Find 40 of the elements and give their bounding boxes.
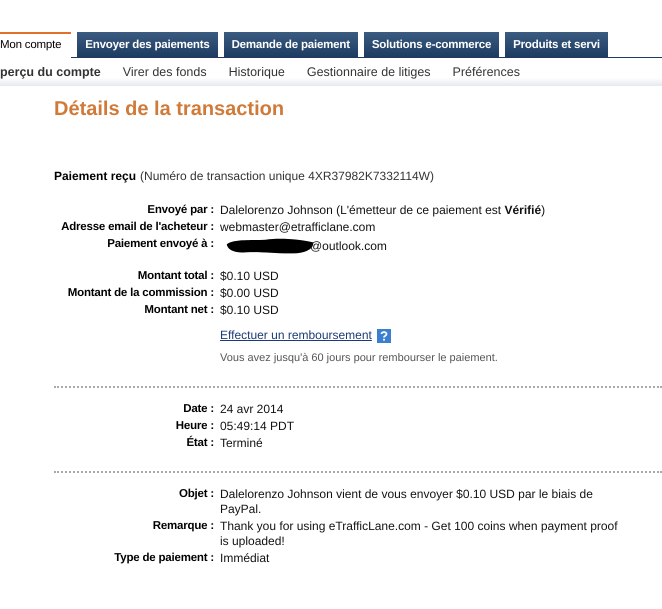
field-label: Adresse email de l'acheteur : xyxy=(61,221,214,233)
field-value: @outlook.com xyxy=(310,238,387,254)
nav-tab[interactable]: Mon compte xyxy=(0,32,72,58)
field-value: 24 avr 2014 xyxy=(220,402,284,416)
field-label: Remarque : xyxy=(152,520,214,532)
nav-tab[interactable]: Demande de paiement xyxy=(224,32,358,58)
field-label: État : xyxy=(186,437,214,449)
transaction-id: (Numéro de transaction unique 4XR37982K7332114W) xyxy=(140,169,434,183)
subnav-link[interactable]: Préférences xyxy=(452,65,520,79)
nav-tab[interactable]: Envoyer des paiements xyxy=(77,32,218,58)
refund-note: Vous avez jusqu'à 60 jours pour rembourser le paiement. xyxy=(220,351,499,366)
subnav-link[interactable]: Historique xyxy=(228,65,285,79)
field-label: Paiement envoyé à : xyxy=(107,238,214,250)
page-title: Détails de la transaction xyxy=(54,98,286,121)
field-label: Heure : xyxy=(176,420,214,432)
field-value: $0.10 USD xyxy=(220,303,279,317)
field-label: Envoyé par : xyxy=(147,204,214,216)
field-value: 05:49:14 PDT xyxy=(220,419,294,433)
field-label: Objet : xyxy=(178,488,214,500)
field-value: Dalelorenzo Johnson (L'émetteur de ce paiement est Vérifié) xyxy=(220,203,546,217)
field-value: Thank you for using eTrafficLane.com - Get 100 coins when payment proof is uploaded! xyxy=(220,519,618,548)
refund-link[interactable]: Effectuer un remboursement xyxy=(220,328,372,343)
nav-tab[interactable]: Solutions e-commerce xyxy=(364,32,500,58)
subnav-link[interactable]: perçu du compte xyxy=(0,65,101,79)
field-label: Montant de la commission : xyxy=(68,287,214,299)
subnav-link[interactable]: Virer des fonds xyxy=(122,65,207,79)
field-value: webmaster@etrafficlane.com xyxy=(220,220,376,234)
nav-tab[interactable]: Produits et servi xyxy=(505,32,608,58)
subnav-link[interactable]: Gestionnaire de litiges xyxy=(306,65,431,79)
field-value: $0.00 USD xyxy=(220,286,279,300)
help-icon[interactable] xyxy=(376,328,391,342)
field-label: Montant total : xyxy=(138,270,214,282)
field-label: Type de paiement : xyxy=(114,552,214,564)
field-value: $0.10 USD xyxy=(220,269,279,283)
field-label: Montant net : xyxy=(144,304,214,316)
field-value: Immédiat xyxy=(220,551,270,565)
field-value: Terminé xyxy=(220,436,263,450)
field-value: Dalelorenzo Johnson vient de vous envoyer $0.10 USD par le biais de PayPal. xyxy=(220,487,593,516)
payment-status: Paiement reçu xyxy=(54,169,136,183)
field-label: Date : xyxy=(183,403,214,415)
